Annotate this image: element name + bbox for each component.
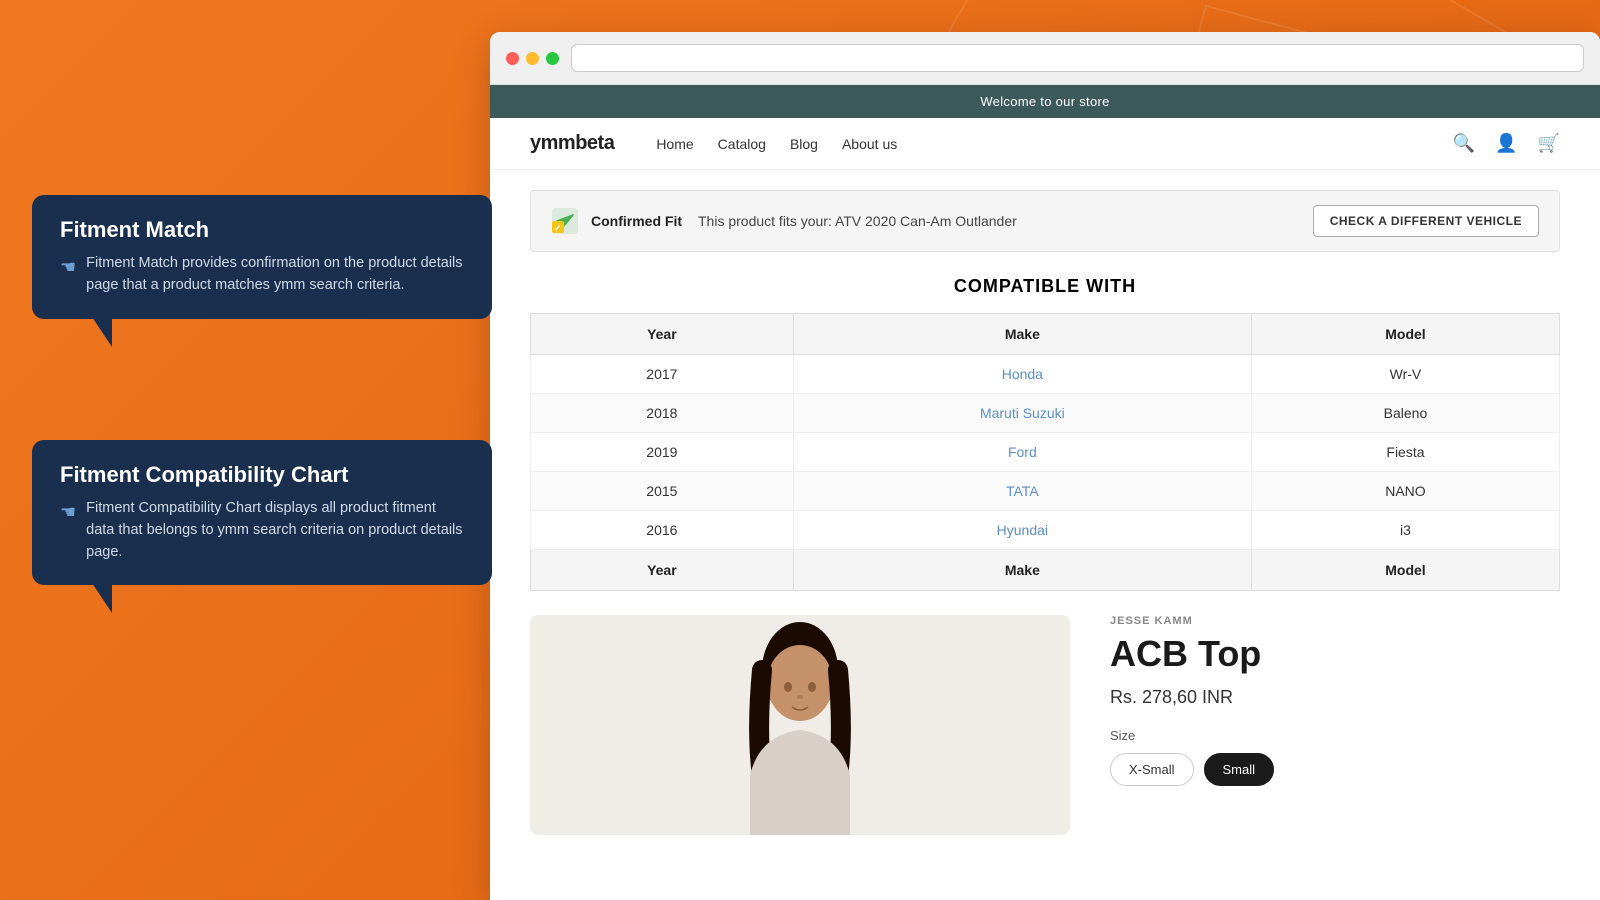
table-row: 2018Maruti SuzukiBaleno [531,394,1560,433]
nav-about[interactable]: About us [842,136,897,152]
confirmed-fit-description: This product fits your: ATV 2020 Can-Am … [698,213,1301,229]
nav-blog[interactable]: Blog [790,136,818,152]
cell-year: 2018 [531,394,794,433]
cell-model: i3 [1251,511,1559,550]
check-vehicle-button[interactable]: CHECK A DIFFERENT VEHICLE [1313,205,1539,237]
store-logo: ymmbeta [530,132,614,155]
product-price: Rs. 278,60 INR [1110,687,1560,708]
size-small[interactable]: Small [1204,753,1275,786]
size-label: Size [1110,728,1560,743]
product-person-illustration [720,615,880,835]
nav-links: Home Catalog Blog About us [656,136,1420,152]
product-brand: JESSE KAMM [1110,615,1560,627]
col-model-header: Model [1251,314,1559,355]
table-row: 2016Hyundaii3 [531,511,1560,550]
search-icon[interactable]: 🔍 [1453,133,1475,154]
table-row: 2017HondaWr-V [531,355,1560,394]
browser-chrome [490,32,1600,85]
col-year-footer: Year [531,550,794,591]
arrow-left-icon: ☚ [60,254,76,281]
tooltip1-title: Fitment Match [60,217,464,243]
store-content: ✓ Confirmed Fit This product fits your: … [490,170,1600,900]
col-model-footer: Model [1251,550,1559,591]
cell-year: 2016 [531,511,794,550]
cell-model: NANO [1251,472,1559,511]
col-make-header: Make [793,314,1251,355]
nav-home[interactable]: Home [656,136,693,152]
fitment-match-tooltip: Fitment Match ☚ Fitment Match provides c… [32,195,492,319]
cell-model: Fiesta [1251,433,1559,472]
browser-traffic-lights [506,52,559,65]
svg-text:✓: ✓ [554,223,562,233]
nav-icons: 🔍 👤 🛒 [1453,133,1560,154]
tooltip2-description: Fitment Compatibility Chart displays all… [86,498,464,563]
cell-year: 2017 [531,355,794,394]
compatibility-table: Year Make Model 2017HondaWr-V2018Maruti … [530,313,1560,591]
product-info: JESSE KAMM ACB Top Rs. 278,60 INR Size X… [1110,615,1560,835]
address-bar[interactable] [571,44,1584,72]
cell-make: TATA [793,472,1251,511]
nav-catalog[interactable]: Catalog [718,136,766,152]
compatible-title: COMPATIBLE WITH [530,276,1560,297]
confirmed-fit-icon: ✓ [551,207,579,235]
product-image [530,615,1070,835]
minimize-button[interactable] [526,52,539,65]
cell-year: 2015 [531,472,794,511]
table-row: 2015TATANANO [531,472,1560,511]
tooltip1-description: Fitment Match provides confirmation on t… [86,253,464,297]
arrow-left-icon-2: ☚ [60,499,76,526]
table-row: 2019FordFiesta [531,433,1560,472]
cell-make: Hyundai [793,511,1251,550]
store-banner: Welcome to our store [490,85,1600,118]
cell-make: Maruti Suzuki [793,394,1251,433]
cell-model: Baleno [1251,394,1559,433]
confirmed-fit-bar: ✓ Confirmed Fit This product fits your: … [530,190,1560,252]
cell-make: Ford [793,433,1251,472]
store-nav: ymmbeta Home Catalog Blog About us 🔍 👤 🛒 [490,118,1600,170]
banner-text: Welcome to our store [980,94,1109,109]
col-year-header: Year [531,314,794,355]
size-xsmall[interactable]: X-Small [1110,753,1194,786]
browser-window: Welcome to our store ymmbeta Home Catalo… [490,32,1600,900]
maximize-button[interactable] [546,52,559,65]
product-name: ACB Top [1110,633,1560,675]
cell-make: Honda [793,355,1251,394]
size-options: X-Small Small [1110,753,1560,786]
confirmed-fit-label: Confirmed Fit [591,213,682,229]
tooltip2-title: Fitment Compatibility Chart [60,462,464,488]
cell-model: Wr-V [1251,355,1559,394]
fitment-compatibility-tooltip: Fitment Compatibility Chart ☚ Fitment Co… [32,440,492,585]
col-make-footer: Make [793,550,1251,591]
product-section: JESSE KAMM ACB Top Rs. 278,60 INR Size X… [530,615,1560,835]
cart-icon[interactable]: 🛒 [1538,133,1560,154]
close-button[interactable] [506,52,519,65]
account-icon[interactable]: 👤 [1495,133,1517,154]
cell-year: 2019 [531,433,794,472]
